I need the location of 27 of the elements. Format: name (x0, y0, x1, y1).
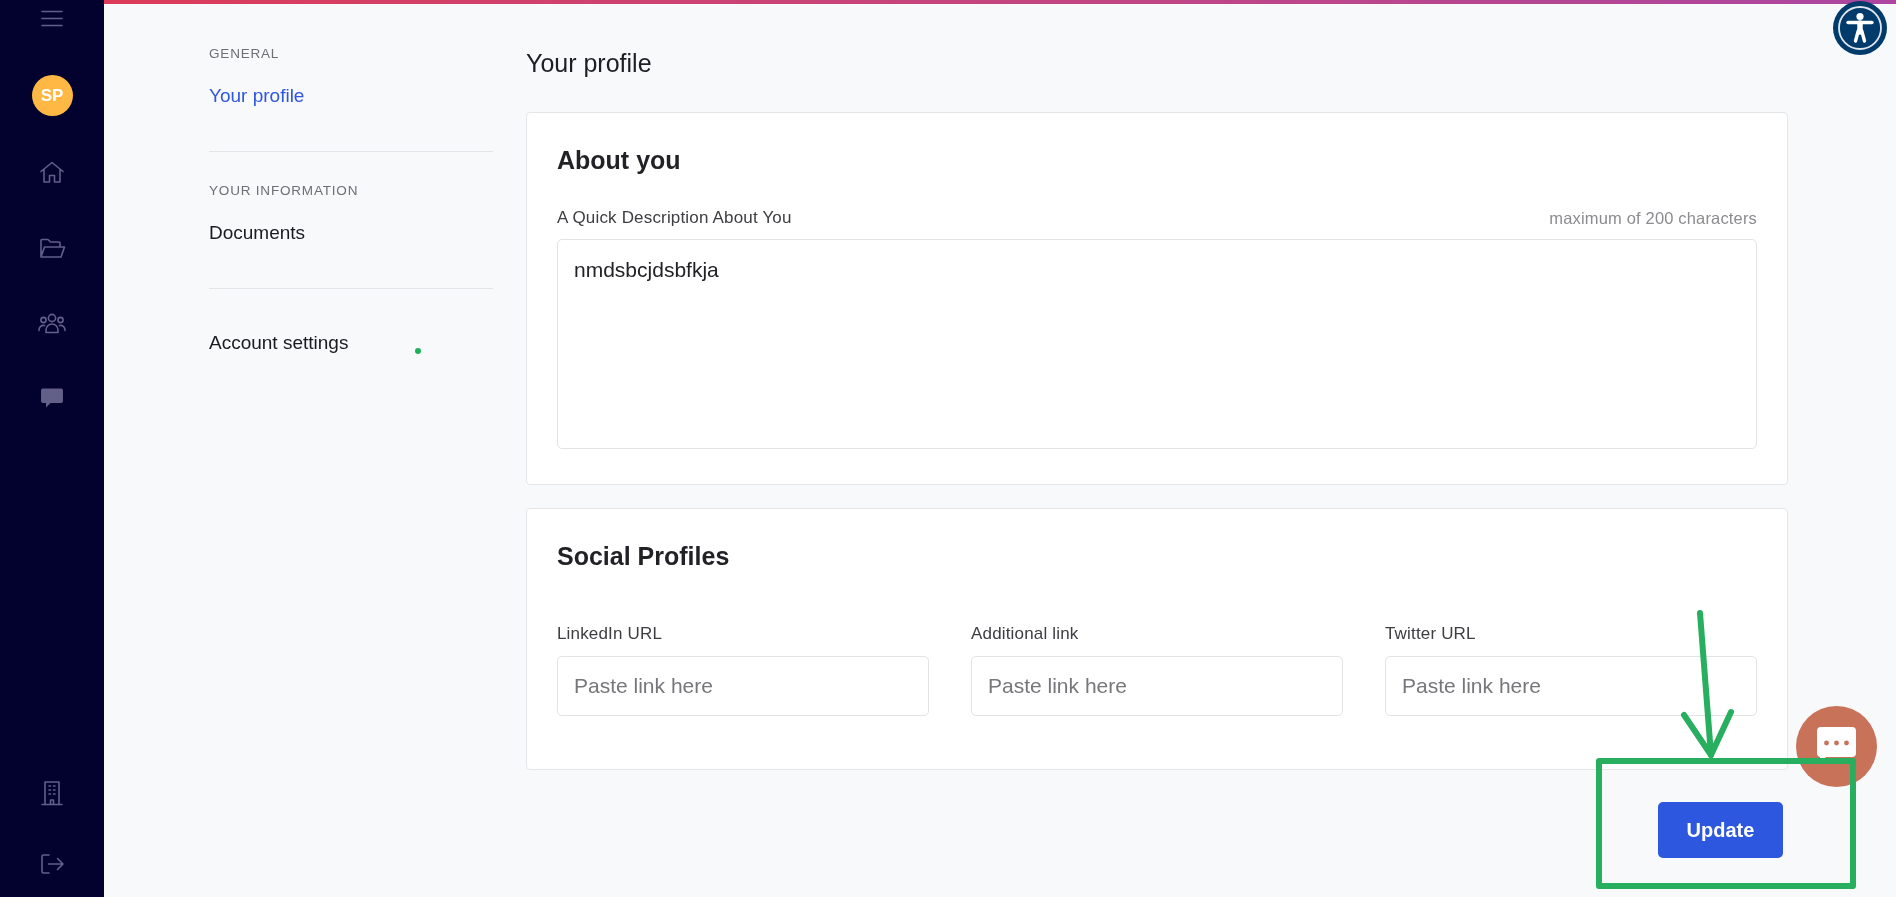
nav-link[interactable]: Your profile (209, 82, 305, 110)
logout-icon[interactable] (39, 852, 65, 876)
nav-link[interactable]: Documents (209, 219, 306, 247)
nav-link[interactable]: Account settings (209, 329, 349, 357)
card-title: About you (557, 145, 681, 176)
field-label: LinkedIn URL (557, 623, 663, 645)
url-input[interactable]: Paste link here (557, 656, 929, 716)
accessibility-icon[interactable] (1833, 1, 1887, 55)
section-heading: GENERAL (209, 45, 280, 63)
field-label: Twitter URL (1385, 623, 1476, 645)
card-title: Social Profiles (557, 541, 730, 572)
description-textarea[interactable]: nmdsbcjdsbfkja (557, 239, 1757, 449)
users-icon[interactable] (37, 312, 67, 334)
section-heading: YOUR INFORMATION (209, 182, 359, 200)
field-label: Additional link (971, 623, 1079, 645)
chat-icon[interactable] (1796, 706, 1877, 787)
folder-icon[interactable] (38, 237, 66, 259)
character-limit-hint: maximum of 200 characters (1549, 208, 1757, 229)
building-icon[interactable] (40, 780, 64, 806)
home-icon[interactable] (39, 160, 65, 184)
update-button[interactable]: Update (1658, 802, 1783, 858)
url-input[interactable]: Paste link here (1385, 656, 1757, 716)
menu-icon[interactable] (41, 10, 63, 27)
page-title: Your profile (526, 48, 652, 79)
field-label: A Quick Description About You (557, 207, 792, 229)
chat-icon[interactable] (40, 386, 64, 410)
url-input[interactable]: Paste link here (971, 656, 1343, 716)
